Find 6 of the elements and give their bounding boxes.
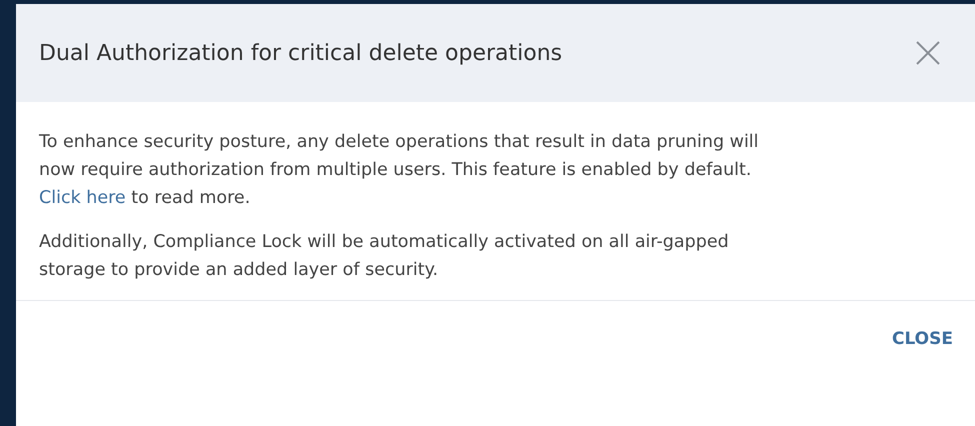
dialog-title: Dual Authorization for critical delete operations xyxy=(39,40,562,66)
close-icon[interactable] xyxy=(915,40,941,66)
close-button[interactable]: CLOSE xyxy=(890,325,955,353)
read-more-link[interactable]: Click here xyxy=(39,188,126,208)
body-paragraph: Additionally, Compliance Lock will be automatically activated on all air-gapped storage to provide an added layer of security. xyxy=(39,231,730,282)
body-paragraph: To enhance security posture, any delete operations that result in data pruning will now require authorization from multiple users. This feature is enabled by default. Click here to read more. xyxy=(39,131,760,210)
